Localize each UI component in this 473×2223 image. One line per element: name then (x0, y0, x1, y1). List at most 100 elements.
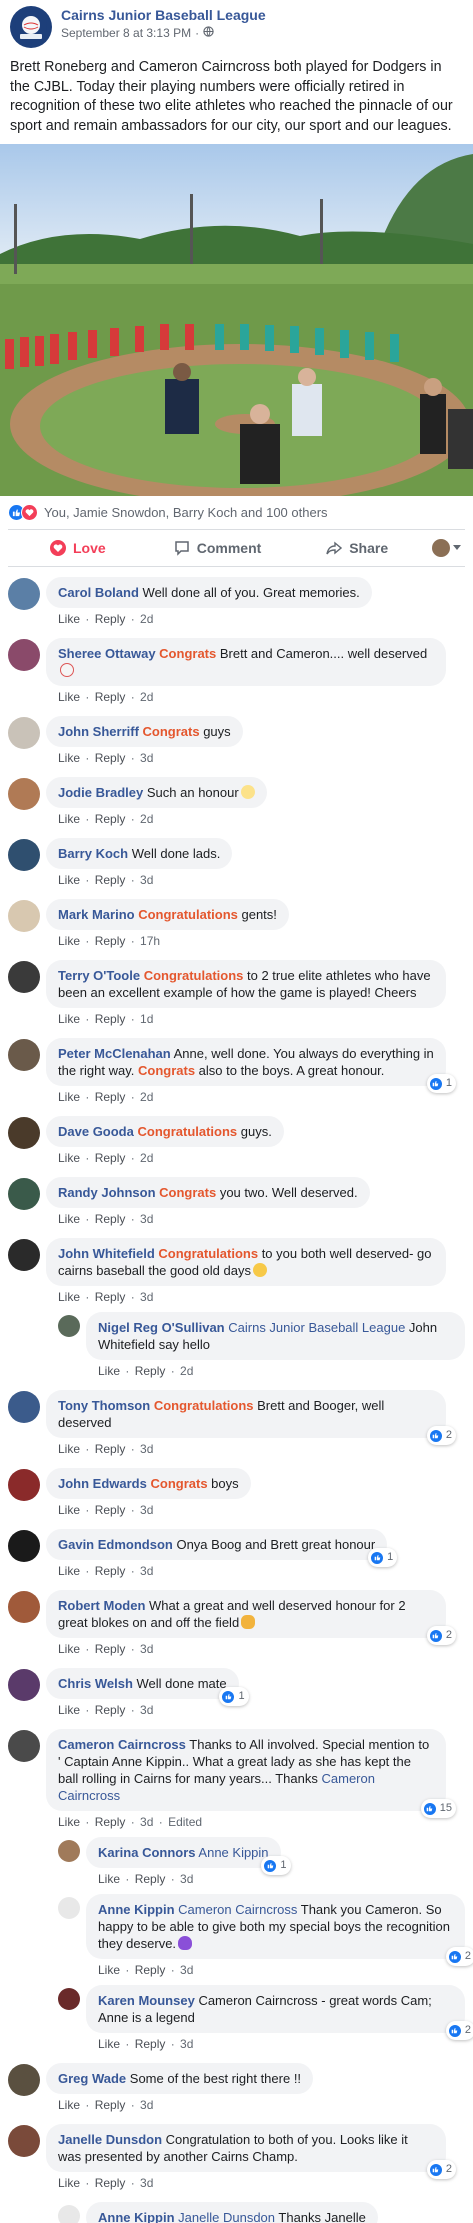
page-name-link[interactable]: Cairns Junior Baseball League (61, 7, 266, 23)
mention-link[interactable]: Janelle Dunsdon (178, 2210, 275, 2223)
commenter-avatar[interactable] (8, 1239, 40, 1271)
comment-author[interactable]: Karina Connors (98, 1845, 196, 1860)
commenter-avatar[interactable] (8, 2125, 40, 2157)
reaction-names[interactable]: You, Jamie Snowdon, Barry Koch and 100 o… (44, 505, 328, 520)
comment-reaction-count[interactable]: 2 (445, 2021, 473, 2040)
comment-author[interactable]: Peter McClenahan (58, 1046, 171, 1061)
commenter-avatar[interactable] (8, 1469, 40, 1501)
like-link[interactable]: Like (58, 1442, 80, 1456)
comment-author[interactable]: Nigel Reg O'Sullivan (98, 1320, 225, 1335)
commenter-avatar[interactable] (58, 1897, 80, 1919)
comment-button[interactable]: Comment (148, 540, 288, 556)
reply-link[interactable]: Reply (135, 1963, 166, 1977)
commenter-avatar[interactable] (8, 1591, 40, 1623)
reply-link[interactable]: Reply (95, 1012, 126, 1026)
comment-time[interactable]: 3d (140, 1703, 153, 1717)
like-link[interactable]: Like (58, 751, 80, 765)
like-link[interactable]: Like (98, 1872, 120, 1886)
comment-time[interactable]: 3d (140, 1442, 153, 1456)
like-link[interactable]: Like (58, 812, 80, 826)
like-link[interactable]: Like (58, 1815, 80, 1829)
reply-link[interactable]: Reply (95, 1642, 126, 1656)
comment-reaction-count[interactable]: 1 (368, 1548, 398, 1567)
comment-reaction-count[interactable]: 1 (261, 1856, 291, 1875)
comment-time[interactable]: 3d (140, 1212, 153, 1226)
share-button[interactable]: Share (287, 540, 427, 556)
like-link[interactable]: Like (58, 873, 80, 887)
commenter-avatar[interactable] (8, 1178, 40, 1210)
comment-time[interactable]: 3d (140, 1503, 153, 1517)
comment-author[interactable]: Chris Welsh (58, 1676, 133, 1691)
comment-reaction-count[interactable]: 2 (426, 1426, 456, 1445)
like-link[interactable]: Like (58, 2176, 80, 2190)
comment-author[interactable]: Janelle Dunsdon (58, 2132, 162, 2147)
commenter-avatar[interactable] (8, 839, 40, 871)
post-photo[interactable] (0, 144, 473, 496)
commenter-avatar[interactable] (58, 1315, 80, 1337)
comment-time[interactable]: 3d (180, 1963, 193, 1977)
love-button[interactable]: Love (8, 540, 148, 556)
comment-reaction-count[interactable]: 2 (426, 2160, 456, 2179)
like-link[interactable]: Like (58, 1012, 80, 1026)
reply-link[interactable]: Reply (95, 1703, 126, 1717)
like-link[interactable]: Like (58, 1212, 80, 1226)
commenter-avatar[interactable] (8, 1039, 40, 1071)
reply-link[interactable]: Reply (95, 934, 126, 948)
comment-time[interactable]: 3d (140, 1815, 153, 1829)
comment-author[interactable]: Jodie Bradley (58, 785, 143, 800)
reply-link[interactable]: Reply (95, 612, 126, 626)
comment-reaction-count[interactable]: 1 (426, 1074, 456, 1093)
like-link[interactable]: Like (58, 934, 80, 948)
reply-link[interactable]: Reply (95, 1442, 126, 1456)
commenter-avatar[interactable] (8, 578, 40, 610)
comment-author[interactable]: Carol Boland (58, 585, 139, 600)
like-link[interactable]: Like (98, 1364, 120, 1378)
reply-link[interactable]: Reply (95, 1815, 126, 1829)
comment-author[interactable]: Karen Mounsey (98, 1993, 195, 2008)
comment-time[interactable]: 2d (140, 1090, 153, 1104)
commenter-avatar[interactable] (8, 1391, 40, 1423)
comment-author[interactable]: Cameron Cairncross (58, 1737, 186, 1752)
comment-author[interactable]: John Whitefield (58, 1246, 155, 1261)
commenter-avatar[interactable] (8, 639, 40, 671)
comment-author[interactable]: Gavin Edmondson (58, 1537, 173, 1552)
mention-link[interactable]: Anne Kippin (198, 1845, 268, 1860)
reply-link[interactable]: Reply (95, 1090, 126, 1104)
reply-link[interactable]: Reply (95, 751, 126, 765)
comment-time[interactable]: 3d (140, 2176, 153, 2190)
comment-author[interactable]: Barry Koch (58, 846, 128, 861)
comment-time[interactable]: 2d (140, 612, 153, 626)
like-link[interactable]: Like (58, 1090, 80, 1104)
comment-time[interactable]: 3d (140, 1564, 153, 1578)
like-link[interactable]: Like (58, 690, 80, 704)
like-link[interactable]: Like (58, 1564, 80, 1578)
commenter-avatar[interactable] (8, 778, 40, 810)
comment-time[interactable]: 3d (140, 1642, 153, 1656)
like-link[interactable]: Like (58, 1151, 80, 1165)
reply-link[interactable]: Reply (95, 690, 126, 704)
reply-link[interactable]: Reply (95, 2176, 126, 2190)
commenter-avatar[interactable] (58, 1840, 80, 1862)
reactions-summary[interactable]: You, Jamie Snowdon, Barry Koch and 100 o… (0, 496, 473, 529)
like-link[interactable]: Like (98, 1963, 120, 1977)
comment-time[interactable]: 2d (180, 1364, 193, 1378)
reply-link[interactable]: Reply (95, 1151, 126, 1165)
mention-link[interactable]: Cameron Cairncross (178, 1902, 297, 1917)
like-link[interactable]: Like (58, 1290, 80, 1304)
reply-link[interactable]: Reply (135, 1872, 166, 1886)
reply-link[interactable]: Reply (95, 1212, 126, 1226)
comment-time[interactable]: 17h (140, 934, 160, 948)
reply-link[interactable]: Reply (95, 2098, 126, 2112)
reply-link[interactable]: Reply (95, 812, 126, 826)
comment-author[interactable]: Sheree Ottaway (58, 646, 156, 661)
commenter-avatar[interactable] (58, 2205, 80, 2223)
comment-reaction-count[interactable]: 2 (426, 1626, 456, 1645)
like-link[interactable]: Like (58, 1703, 80, 1717)
comment-reaction-count[interactable]: 1 (219, 1687, 249, 1706)
comment-reaction-count[interactable]: 2 (445, 1947, 473, 1966)
comment-time[interactable]: 3d (180, 1872, 193, 1886)
comment-author[interactable]: Anne Kippin (98, 2210, 175, 2223)
reply-link[interactable]: Reply (95, 873, 126, 887)
comment-author[interactable]: Robert Moden (58, 1598, 145, 1613)
commenter-avatar[interactable] (8, 900, 40, 932)
